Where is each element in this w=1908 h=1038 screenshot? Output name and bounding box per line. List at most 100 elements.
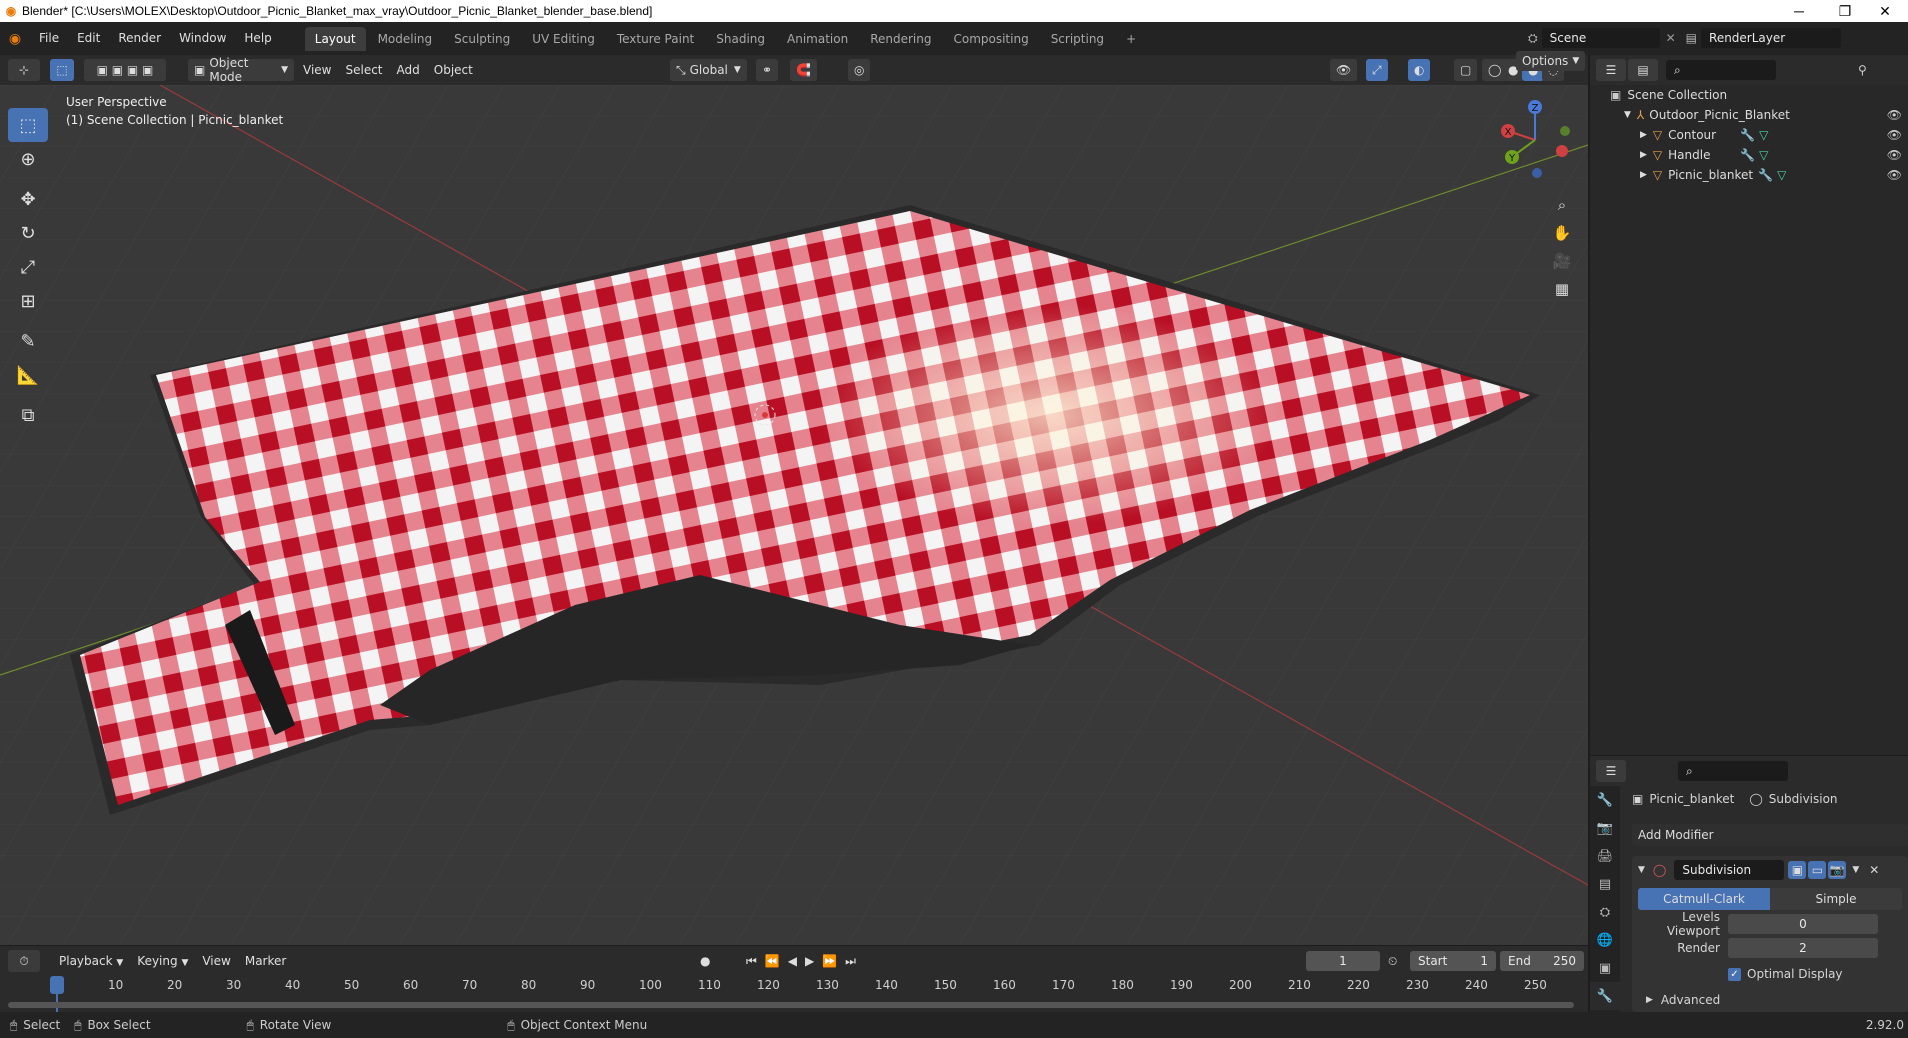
eye-icon[interactable]: 👁 xyxy=(1887,128,1902,142)
scene-tab-icon[interactable]: ⛭ xyxy=(1590,898,1620,926)
scene-close-icon[interactable]: ✕ xyxy=(1666,31,1676,45)
chevron-down-icon[interactable]: ▼ xyxy=(1852,865,1859,875)
view-layer-tab-icon[interactable]: ▤ xyxy=(1590,870,1620,898)
output-tab-icon[interactable]: 🖨 xyxy=(1590,842,1620,870)
eye-icon[interactable]: 👁 xyxy=(1887,148,1902,162)
add-modifier-button[interactable]: Add Modifier xyxy=(1632,824,1908,846)
timeline-scrollbar[interactable] xyxy=(8,1002,1574,1008)
record-icon[interactable]: ● xyxy=(700,954,710,968)
properties-editor-icon[interactable]: ☰ xyxy=(1596,760,1626,782)
simple-button[interactable]: Simple xyxy=(1770,888,1902,910)
tab-animation[interactable]: Animation xyxy=(777,27,858,51)
outliner-editor-icon[interactable]: ☰ xyxy=(1596,59,1626,81)
tab-layout[interactable]: Layout xyxy=(304,26,366,51)
camera-icon[interactable]: 🎥 xyxy=(1548,247,1576,275)
tool-tab-icon[interactable]: 🔧 xyxy=(1590,786,1620,814)
tab-texture-paint[interactable]: Texture Paint xyxy=(607,27,704,51)
tab-shading[interactable]: Shading xyxy=(706,27,775,51)
outliner-object-row[interactable]: ▶ ▽ Picnic_blanket 🔧 ▽ 👁 xyxy=(1590,165,1908,185)
zoom-icon[interactable]: ⌕ xyxy=(1548,191,1576,219)
properties-search-input[interactable]: ⌕ xyxy=(1678,761,1788,781)
proportional-edit-icon[interactable]: ◎ xyxy=(848,59,871,81)
tab-rendering[interactable]: Rendering xyxy=(860,27,941,51)
expand-arrow-icon[interactable]: ▶ xyxy=(1640,150,1647,160)
menu-edit[interactable]: Edit xyxy=(68,22,109,55)
cursor-tool-icon[interactable]: ⊕ xyxy=(8,142,48,176)
filter-icon[interactable]: ⚲ xyxy=(1858,63,1867,77)
outliner-search-input[interactable]: ⌕ xyxy=(1666,60,1776,80)
viewport-scene[interactable] xyxy=(0,85,1588,945)
expand-arrow-icon[interactable]: ▼ xyxy=(1624,110,1631,120)
object-tab-icon[interactable]: ▣ xyxy=(1590,954,1620,982)
timeline-area[interactable]: 1102030405060708090100110120130140150160… xyxy=(0,976,1588,1012)
pan-hand-icon[interactable]: ✋ xyxy=(1548,219,1576,247)
menu-file[interactable]: File xyxy=(30,22,68,55)
menu-help[interactable]: Help xyxy=(235,22,280,55)
menu-object[interactable]: Object xyxy=(427,63,480,77)
display-mode-icon[interactable]: ▤ xyxy=(1628,59,1658,81)
menu-add[interactable]: Add xyxy=(390,63,427,77)
editor-type-icon[interactable]: ⊹ xyxy=(8,59,40,81)
ortho-grid-icon[interactable]: ▦ xyxy=(1548,275,1576,303)
playhead[interactable] xyxy=(50,976,64,994)
selection-modes[interactable]: ▣ ▣ ▣ ▣ xyxy=(84,59,166,81)
advanced-subpanel[interactable]: ▶ Advanced xyxy=(1646,990,1894,1010)
modifier-tab-icon[interactable]: 🔧 xyxy=(1590,982,1620,1010)
add-workspace-button[interactable]: + xyxy=(1116,27,1146,51)
frame-ruler[interactable]: 1102030405060708090100110120130140150160… xyxy=(0,976,1588,994)
render-toggle-icon[interactable]: 📷 xyxy=(1828,861,1847,879)
expand-arrow-icon[interactable]: ▶ xyxy=(1640,130,1647,140)
outliner-object-row[interactable]: ▶ ▽ Handle 🔧 ▽ 👁 xyxy=(1590,145,1908,165)
levels-viewport-field[interactable]: 0 xyxy=(1728,914,1878,934)
current-frame-field[interactable]: 1 xyxy=(1306,951,1380,971)
menu-timeline-view[interactable]: View xyxy=(195,954,237,968)
catmull-clark-button[interactable]: Catmull-Clark xyxy=(1638,888,1770,910)
eye-icon[interactable]: 👁 xyxy=(1887,108,1902,122)
scale-tool-icon[interactable]: ⤢ xyxy=(8,250,48,284)
scene-selector[interactable]: Scene xyxy=(1541,28,1660,48)
measure-tool-icon[interactable]: 📐 xyxy=(8,358,48,392)
menu-keying[interactable]: Keying ▼ xyxy=(130,954,195,968)
transform-orientation-dropdown[interactable]: ⤡ Global ▼ xyxy=(670,59,747,81)
rotate-tool-icon[interactable]: ↻ xyxy=(8,216,48,250)
menu-render[interactable]: Render xyxy=(109,22,170,55)
annotate-tool-icon[interactable]: ✎ xyxy=(8,324,48,358)
tab-scripting[interactable]: Scripting xyxy=(1041,27,1114,51)
eye-icon[interactable]: 👁 xyxy=(1887,168,1902,182)
3d-viewport[interactable]: User Perspective (1) Scene Collection | … xyxy=(0,85,1588,945)
select-box-tool-icon[interactable]: ⬚ xyxy=(8,108,48,142)
world-tab-icon[interactable]: 🌐 xyxy=(1590,926,1620,954)
add-cube-tool-icon[interactable]: ⧉ xyxy=(8,398,48,432)
menu-window[interactable]: Window xyxy=(170,22,235,55)
transform-tool-icon[interactable]: ⊞ xyxy=(8,284,48,318)
tab-uv-editing[interactable]: UV Editing xyxy=(522,27,605,51)
modifier-name-field[interactable]: Subdivision xyxy=(1674,860,1785,880)
tab-modeling[interactable]: Modeling xyxy=(368,27,443,51)
playback-controls[interactable]: ⏮⏪◀▶⏩⏭ xyxy=(746,954,864,969)
viewport-toggle-icon[interactable]: ▭ xyxy=(1808,861,1827,879)
close-button[interactable]: ✕ xyxy=(1862,0,1908,22)
blender-menu-icon[interactable]: ◉ xyxy=(0,31,30,47)
collapse-arrow-icon[interactable]: ▼ xyxy=(1638,865,1645,875)
remove-modifier-icon[interactable]: ✕ xyxy=(1869,863,1879,877)
pivot-point-icon[interactable]: ⚭ xyxy=(756,59,779,81)
snap-icon[interactable]: 🧲 xyxy=(790,59,817,81)
expand-arrow-icon[interactable]: ▶ xyxy=(1640,170,1647,180)
edit-mode-toggle-icon[interactable]: ▣ xyxy=(1788,861,1807,879)
start-frame-field[interactable]: Start 1 xyxy=(1410,951,1496,971)
outliner-collection-row[interactable]: ▼ ⅄ Outdoor_Picnic_Blanket 👁 xyxy=(1590,105,1908,125)
options-dropdown[interactable]: Options ▼ xyxy=(1516,51,1586,71)
minimize-button[interactable]: ─ xyxy=(1776,0,1822,22)
tab-sculpting[interactable]: Sculpting xyxy=(444,27,520,51)
render-levels-field[interactable]: 2 xyxy=(1728,938,1878,958)
menu-marker[interactable]: Marker xyxy=(238,954,293,968)
xray-toggle-icon[interactable]: ▢ xyxy=(1454,59,1478,81)
outliner-object-row[interactable]: ▶ ▽ Contour 🔧 ▽ 👁 xyxy=(1590,125,1908,145)
visibility-icon[interactable]: 👁 xyxy=(1330,59,1358,81)
object-mode-dropdown[interactable]: ▣ Object Mode ▼ xyxy=(188,56,294,84)
navigation-gizmo[interactable]: Z X Y xyxy=(1490,95,1580,185)
overlays-toggle-icon[interactable]: ◐ xyxy=(1408,59,1431,81)
view-layer-selector[interactable]: RenderLayer xyxy=(1701,28,1842,48)
gizmo-toggle-icon[interactable]: ⤢ xyxy=(1366,59,1388,81)
optimal-display-checkbox[interactable]: ✓ xyxy=(1728,967,1741,981)
